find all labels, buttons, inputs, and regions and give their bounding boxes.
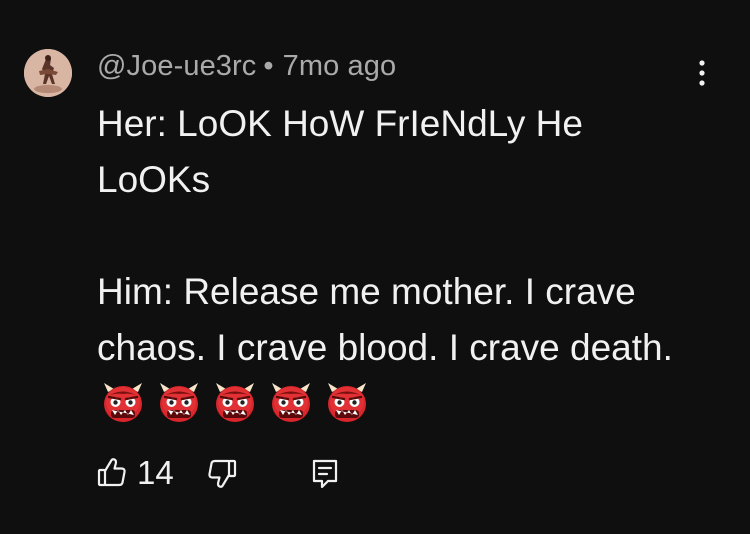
author-name[interactable]: @Joe-ue3rc	[97, 50, 256, 82]
comment-line: Her: LoOK HoW FrIeNdLy He LoOKs	[97, 103, 583, 200]
thumbs-up-icon[interactable]	[97, 456, 127, 488]
ogre-emoji	[324, 380, 370, 426]
thumbs-down-icon[interactable]	[207, 458, 237, 490]
comment-meta: @Joe-ue3rc • 7mo ago	[97, 50, 396, 83]
like-count: 14	[137, 454, 174, 491]
comment-line-text: Him: Release me mother. I crave chaos. I…	[97, 271, 673, 368]
meta-separator: •	[263, 50, 274, 82]
comment-line: Him: Release me mother. I crave chaos. I…	[97, 264, 697, 442]
avatar[interactable]	[24, 49, 72, 97]
emoji-group	[100, 380, 380, 442]
ogre-emoji	[212, 380, 258, 426]
ogre-emoji	[268, 380, 314, 426]
ogre-emoji	[100, 380, 146, 426]
comment-thread: @Joe-ue3rc • 7mo ago Her: LoOK HoW FrIeNdL…	[0, 0, 750, 534]
reply-comment-icon[interactable]	[310, 458, 340, 490]
ogre-emoji	[156, 380, 202, 426]
timestamp[interactable]: 7mo ago	[283, 50, 397, 82]
avatar-image	[24, 49, 72, 97]
comment-text: Her: LoOK HoW FrIeNdLy He LoOKs Him: Rel…	[97, 96, 697, 442]
more-vertical-icon[interactable]	[690, 56, 714, 90]
